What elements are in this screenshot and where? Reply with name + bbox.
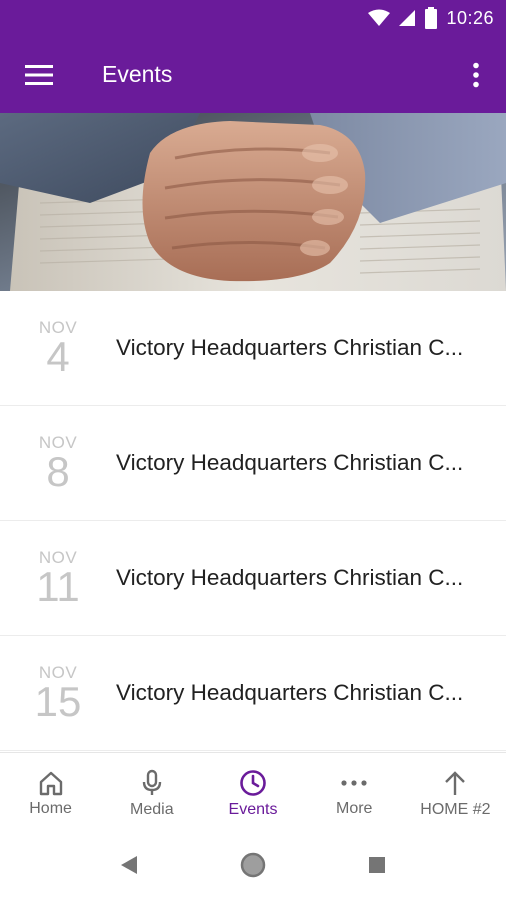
event-title: Victory Headquarters Christian C... xyxy=(116,450,464,475)
microphone-icon xyxy=(142,769,161,795)
arrow-up-icon xyxy=(445,770,466,795)
event-title: Victory Headquarters Christian C... xyxy=(116,565,464,590)
event-list-item[interactable]: NOV 11 Victory Headquarters Christian C.… xyxy=(0,521,506,636)
bottom-navigation: Home Media Events More HOME #2 xyxy=(0,752,506,834)
wifi-icon xyxy=(368,9,391,27)
event-date: NOV 11 xyxy=(0,549,116,610)
status-bar: 10:26 xyxy=(0,0,506,36)
system-navigation-bar xyxy=(0,834,506,900)
nav-label: Media xyxy=(130,800,174,818)
event-list-item[interactable]: NOV 8 Victory Headquarters Christian C..… xyxy=(0,406,506,521)
home-button[interactable] xyxy=(239,851,267,884)
event-day: 8 xyxy=(46,448,70,495)
menu-button[interactable] xyxy=(0,36,80,113)
nav-label: HOME #2 xyxy=(420,800,491,818)
nav-label: More xyxy=(335,799,373,817)
home-icon xyxy=(39,771,62,795)
event-date: NOV 4 xyxy=(0,319,116,380)
recents-square-icon xyxy=(369,856,385,873)
nav-label: Home xyxy=(29,799,72,817)
nav-home-2[interactable]: HOME #2 xyxy=(405,753,506,834)
nav-media[interactable]: Media xyxy=(101,753,202,834)
event-title: Victory Headquarters Christian C... xyxy=(116,335,464,360)
page-title: Events xyxy=(102,61,173,87)
overflow-menu-button[interactable] xyxy=(446,36,506,113)
event-list: NOV 4 Victory Headquarters Christian C..… xyxy=(0,291,506,751)
event-day: 15 xyxy=(34,678,82,725)
nav-events[interactable]: Events xyxy=(202,753,303,834)
event-title: Victory Headquarters Christian C... xyxy=(116,680,464,705)
nav-home[interactable]: Home xyxy=(0,753,101,834)
status-time: 10:26 xyxy=(446,7,494,28)
more-horizontal-icon xyxy=(341,779,367,786)
event-date: NOV 8 xyxy=(0,434,116,495)
event-day: 11 xyxy=(36,563,80,610)
event-day: 4 xyxy=(46,333,70,380)
hero-image xyxy=(0,113,506,291)
app-bar: Events xyxy=(0,36,506,113)
back-triangle-icon xyxy=(121,855,137,874)
event-list-item[interactable]: NOV 4 Victory Headquarters Christian C..… xyxy=(0,291,506,406)
event-date: NOV 15 xyxy=(0,664,116,725)
event-list-item[interactable]: NOV 15 Victory Headquarters Christian C.… xyxy=(0,636,506,751)
hamburger-menu-icon xyxy=(25,64,53,85)
battery-icon xyxy=(424,7,438,29)
more-vertical-icon xyxy=(473,62,479,87)
signal-icon xyxy=(398,9,416,27)
nav-more[interactable]: More xyxy=(304,753,405,834)
home-circle-icon xyxy=(240,852,266,877)
clock-icon xyxy=(240,769,266,796)
back-button[interactable] xyxy=(119,854,139,881)
nav-label: Events xyxy=(228,800,278,818)
recents-button[interactable] xyxy=(367,855,387,880)
